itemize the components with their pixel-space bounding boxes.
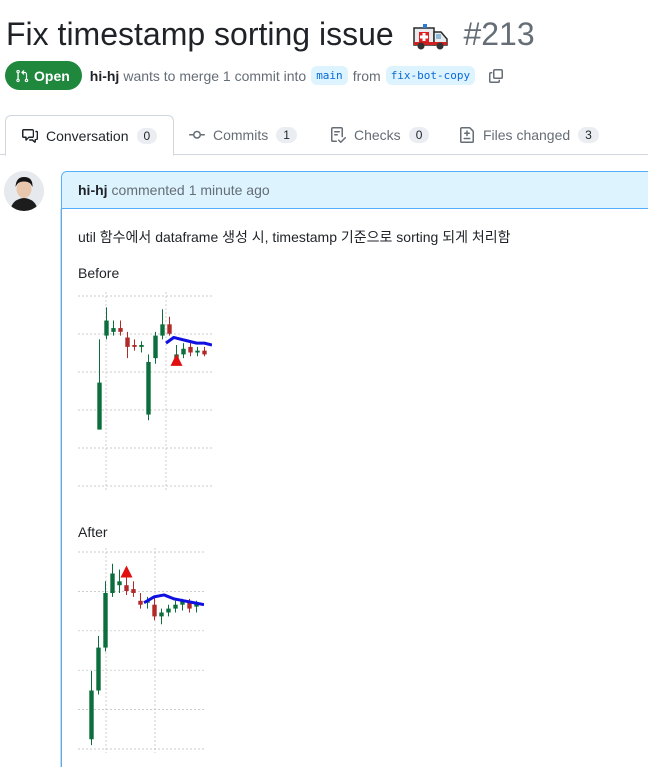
candle-body [111,328,116,332]
before-chart-image[interactable] [78,292,212,490]
candle-body [173,604,178,609]
before-label: Before [78,265,120,281]
after-label: After [78,524,108,540]
candle-body [131,589,136,593]
after-chart-image[interactable] [78,548,204,753]
pr-author-link[interactable]: hi-hj [90,68,120,84]
candle-body [167,324,172,334]
tab-conversation[interactable]: Conversation 0 [5,115,175,156]
candle-body [153,335,158,359]
candle-body [96,647,101,691]
candle-body [160,324,165,336]
candle-body [138,600,143,605]
comment-action: commented [111,182,185,198]
pr-meta: Open hi-hj wants to merge 1 commit into … [5,61,504,90]
tab-files-changed-count: 3 [578,127,599,143]
pr-number: #213 [463,16,535,52]
candle-body [195,350,200,353]
signal-marker [170,353,183,366]
git-pull-request-icon [16,69,29,82]
tab-files-changed[interactable]: Files changed 3 [459,115,599,155]
candle-body [159,612,164,617]
comment-body-text: util 함수에서 dataframe 생성 시, timestamp 기준으로… [78,229,511,245]
pr-title: Fix timestamp sorting issue #213 [6,14,535,60]
tab-files-changed-label: Files changed [483,127,571,143]
candle-body [132,345,137,347]
comment-header: hi-hj commented 1 minute ago [62,172,648,209]
candle-body [118,328,123,332]
candle-body [97,382,102,430]
tab-checks-count: 0 [408,127,430,143]
candle-body [117,581,122,586]
merge-text: wants to merge 1 commit into [123,67,307,84]
signal-marker [120,565,133,578]
candle-body [139,345,144,347]
moving-average-line [143,593,204,607]
comment-discussion-icon [22,128,38,143]
comment-author-link[interactable]: hi-hj [78,182,108,198]
pr-state-badge: Open [5,61,82,90]
tab-checks[interactable]: Checks 0 [330,115,430,155]
copy-icon[interactable] [488,68,504,84]
candle-body [188,346,193,353]
ambulance-emoji-icon [411,20,449,60]
tab-commits-label: Commits [213,127,269,143]
file-diff-icon [460,127,474,143]
candle-body [181,348,186,355]
git-commit-icon [189,130,205,139]
candle-body [124,585,129,592]
candle-body [146,361,151,415]
candle-body [166,608,171,613]
avatar[interactable] [4,171,44,211]
from-text: from [352,67,381,84]
moving-average-line [165,335,212,347]
candle-body [202,350,207,355]
candle-body [103,593,108,648]
candle-body [104,320,109,336]
tab-commits-count: 1 [276,127,297,143]
candle-body [110,573,115,593]
candle-body [89,690,94,740]
pr-tabs: Conversation 0 Commits 1 Checks 0 Files … [0,115,648,156]
base-branch-link[interactable]: main [311,66,348,85]
candle-body [125,337,130,347]
comment-timestamp[interactable]: 1 minute ago [189,182,270,198]
tab-conversation-count: 0 [136,127,158,144]
candle-body [152,604,157,617]
tab-conversation-label: Conversation [46,127,129,144]
pr-title-text: Fix timestamp sorting issue [6,16,394,52]
tab-checks-label: Checks [354,127,401,143]
checklist-icon [331,127,346,143]
tab-commits[interactable]: Commits 1 [189,115,297,155]
pr-state-label: Open [34,67,70,84]
head-branch-link[interactable]: fix-bot-copy [385,66,476,85]
